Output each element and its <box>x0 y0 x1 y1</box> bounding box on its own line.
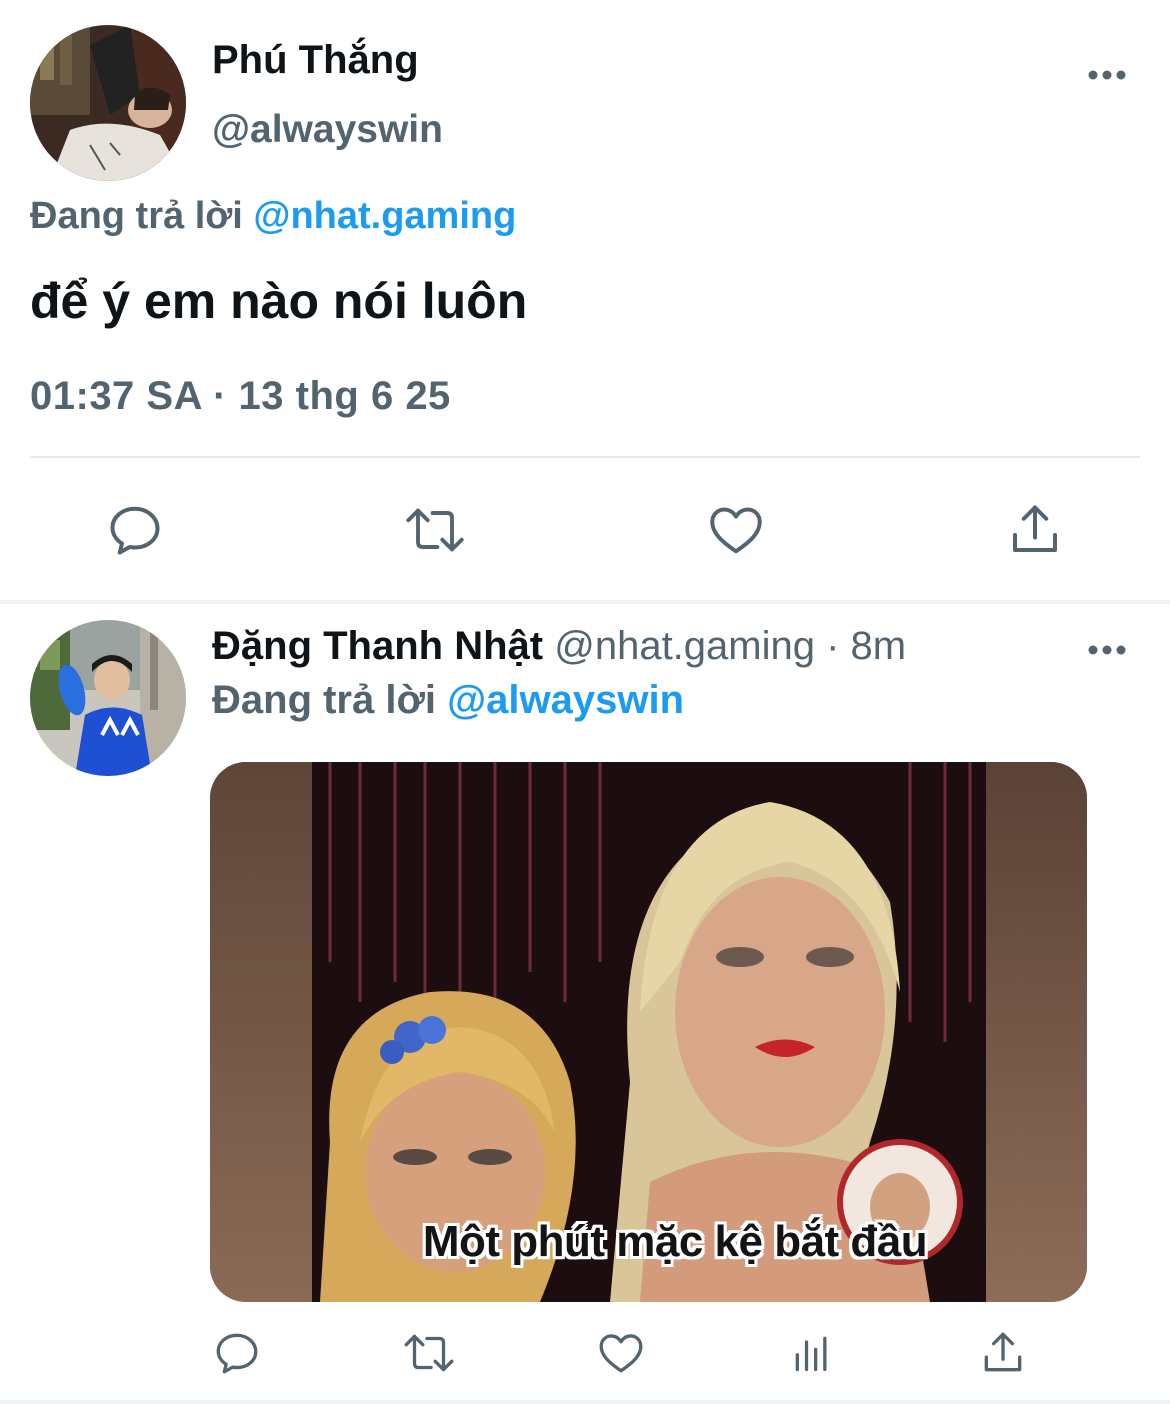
replying-to: Đang trả lời @alwayswin <box>212 678 684 723</box>
like-icon[interactable] <box>704 500 768 560</box>
share-icon[interactable] <box>978 1328 1028 1378</box>
share-icon[interactable] <box>1004 500 1066 560</box>
tweet-age: · 8m <box>826 624 907 668</box>
author-handle[interactable]: @nhat.gaming <box>554 624 815 668</box>
more-options-icon[interactable] <box>1087 68 1127 80</box>
like-icon[interactable] <box>595 1328 647 1378</box>
author-name[interactable]: Đặng Thanh Nhật <box>212 624 543 668</box>
avatar[interactable] <box>30 25 186 181</box>
replying-to: Đang trả lời @nhat.gaming <box>30 195 516 238</box>
retweet-icon[interactable] <box>400 1328 458 1378</box>
tweet-text: để ý em nào nói luôn <box>30 273 528 329</box>
more-options-icon[interactable] <box>1087 643 1127 655</box>
reply-icon[interactable] <box>103 500 167 560</box>
main-tweet: Phú Thắng @alwayswin Đang trả lời @nhat.… <box>0 0 1170 600</box>
replying-to-label: Đang trả lời <box>212 678 437 722</box>
media-image[interactable]: Một phút mặc kệ bắt đầu <box>210 762 1087 1302</box>
section-divider <box>0 600 1170 604</box>
retweet-icon[interactable] <box>400 500 470 560</box>
author-handle[interactable]: @alwayswin <box>212 108 443 152</box>
replying-to-mention-link[interactable]: @alwayswin <box>447 678 684 722</box>
analytics-icon[interactable] <box>790 1328 834 1378</box>
author-name[interactable]: Phú Thắng <box>212 38 419 83</box>
reply-header: Đặng Thanh Nhật @nhat.gaming · 8m <box>212 624 906 669</box>
replying-to-mention-link[interactable]: @nhat.gaming <box>253 195 516 237</box>
replying-to-label: Đang trả lời <box>30 195 243 237</box>
tweet-timestamp[interactable]: 01:37 SA · 13 thg 6 25 <box>30 374 451 419</box>
reply-icon[interactable] <box>212 1328 262 1378</box>
media-caption: Một phút mặc kệ bắt đầu <box>422 1217 928 1266</box>
divider <box>0 1400 1170 1404</box>
avatar[interactable] <box>30 620 186 776</box>
divider <box>30 456 1140 458</box>
